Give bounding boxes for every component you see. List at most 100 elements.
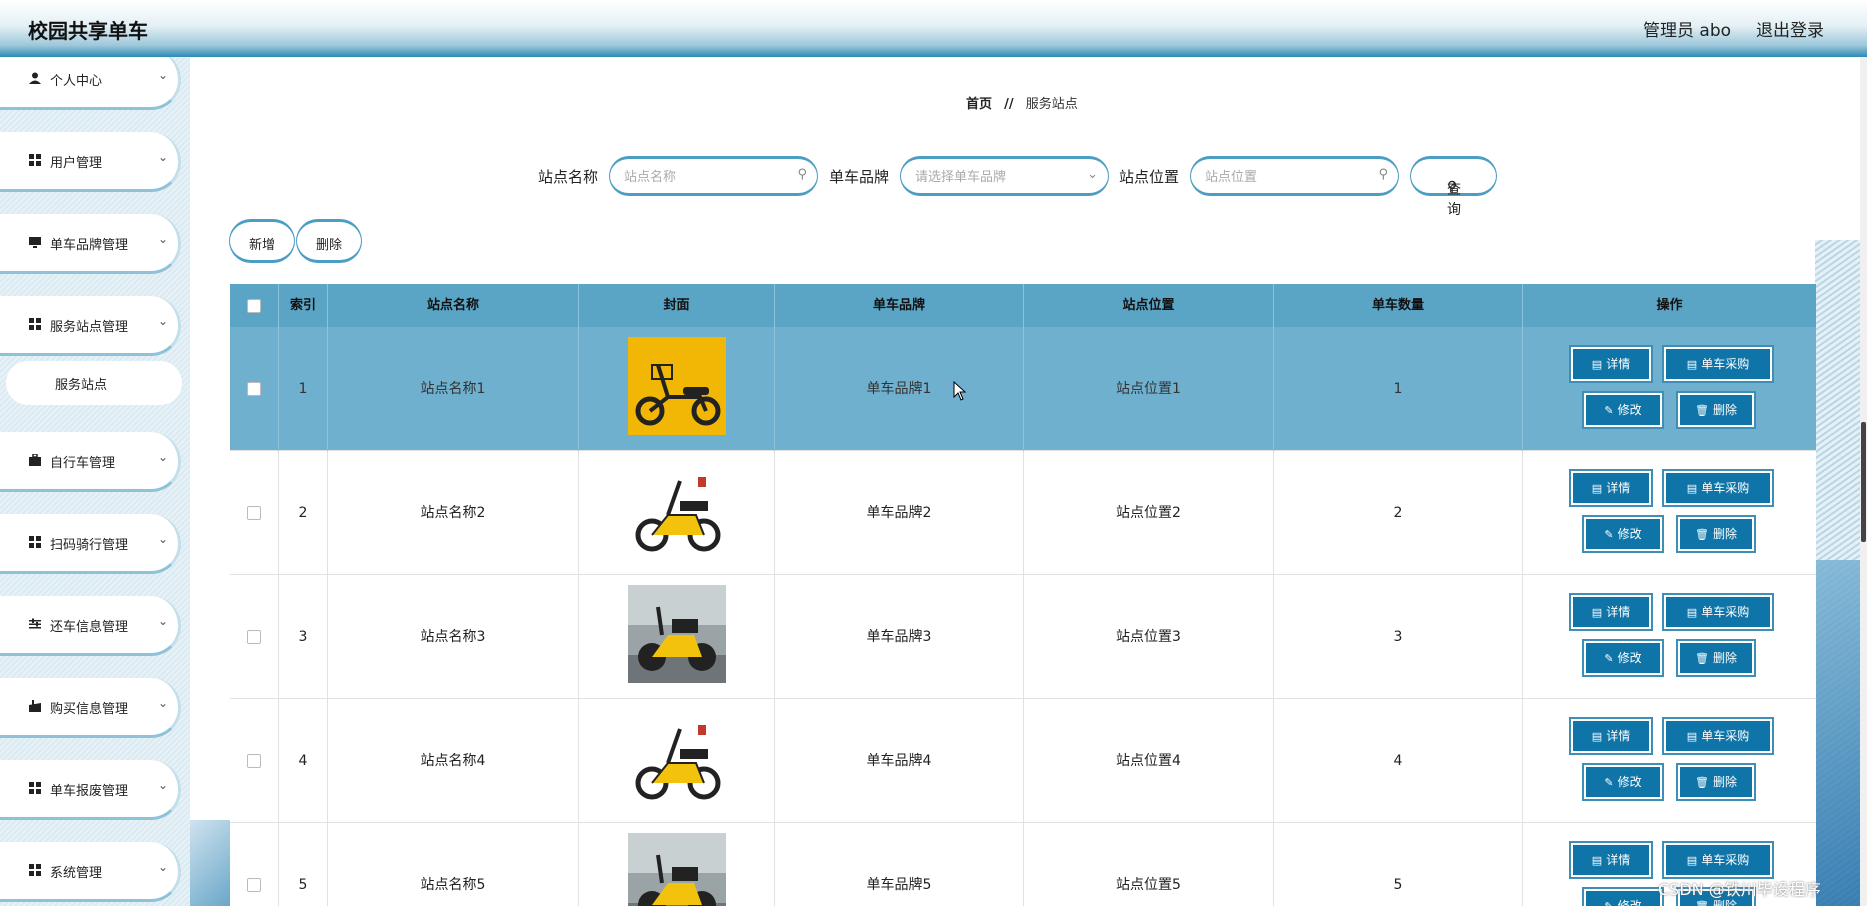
row-select-cell bbox=[230, 451, 279, 575]
bike-count-cell: 4 bbox=[1274, 699, 1523, 823]
brand-cell: 单车品牌2 bbox=[775, 451, 1024, 575]
cover-cell bbox=[579, 575, 775, 699]
document-icon: ▤ bbox=[1686, 482, 1698, 495]
edit-button-label: 修改 bbox=[1617, 403, 1642, 417]
cover-cell bbox=[579, 823, 775, 906]
table-row[interactable]: 5站点名称5单车品牌5站点位置55▤详情▤单车采购✎修改🗑删除 bbox=[230, 823, 1816, 906]
edit-button[interactable]: ✎修改 bbox=[1582, 515, 1664, 553]
brand-select-input[interactable] bbox=[915, 168, 1065, 186]
table-header: 索引 站点名称 封面 单车品牌 站点位置 单车数量 操作 bbox=[230, 284, 1816, 327]
row-delete-button[interactable]: 🗑删除 bbox=[1676, 639, 1756, 677]
sidebar-subitem-label: 服务站点 bbox=[55, 378, 108, 393]
sidebar-item-label: 自行车管理 bbox=[50, 456, 116, 471]
cover-cell bbox=[579, 327, 775, 451]
row-checkbox[interactable] bbox=[247, 878, 261, 892]
sidebar-item-personal-center[interactable]: 个人中心 ⌄ bbox=[0, 57, 181, 110]
table-row[interactable]: 4 站点名称4 单车品牌4 站点位置4 4 ▤ 详情 ▤ 单车采购 ✎ 修改 🗑 删除 bbox=[230, 699, 1816, 823]
sidebar-item-purchase-info-management[interactable]: 购买信息管理 ⌄ bbox=[0, 678, 181, 738]
location-cell: 站点位置4 bbox=[1024, 699, 1274, 823]
document-icon: ▤ bbox=[1591, 358, 1603, 371]
station-name-input[interactable] bbox=[624, 168, 774, 186]
chevron-down-icon: ⌄ bbox=[158, 68, 169, 82]
scrollbar-thumb[interactable] bbox=[1861, 422, 1866, 542]
purchase-button-label: 单车采购 bbox=[1701, 729, 1750, 743]
index-cell: 5 bbox=[279, 823, 328, 906]
select-all-checkbox[interactable] bbox=[247, 299, 261, 313]
sidebar-item-system-management[interactable]: 系统管理 ⌄ bbox=[0, 842, 181, 902]
index-cell: 4 bbox=[279, 699, 328, 823]
brand-select[interactable]: ⌄ bbox=[900, 156, 1109, 196]
add-button[interactable]: 新增 bbox=[229, 219, 295, 263]
sidebar-item-station-management[interactable]: 服务站点管理 ⌄ bbox=[0, 296, 181, 356]
search-icon: ⚲ bbox=[797, 167, 807, 182]
cover-cell bbox=[579, 699, 775, 823]
row-delete-button[interactable]: 🗑删除 bbox=[1676, 763, 1756, 801]
location-field[interactable]: ⚲ bbox=[1190, 156, 1399, 196]
sidebar-item-brand-management[interactable]: 单车品牌管理 ⌄ bbox=[0, 214, 181, 274]
sidebar-item-return-info-management[interactable]: 还车信息管理 ⌄ bbox=[0, 596, 181, 656]
add-button-label: 新增 bbox=[248, 238, 275, 253]
purchase-button[interactable]: ▤ 单车采购 bbox=[1662, 841, 1774, 879]
breadcrumb: 首页 // 服务站点 bbox=[966, 93, 1078, 112]
row-checkbox[interactable] bbox=[247, 382, 261, 396]
row-delete-button[interactable]: 🗑删除 bbox=[1676, 515, 1756, 553]
row-checkbox[interactable] bbox=[247, 754, 261, 768]
station-name-label: 站点名称 bbox=[538, 168, 599, 186]
delete-button[interactable]: 删除 bbox=[296, 219, 362, 263]
location-input[interactable] bbox=[1205, 168, 1355, 186]
purchase-button[interactable]: ▤ 单车采购 bbox=[1662, 593, 1774, 631]
detail-button-label: 详情 bbox=[1606, 605, 1631, 619]
chevron-down-icon: ⌄ bbox=[158, 778, 169, 792]
station-name-field[interactable]: ⚲ bbox=[609, 156, 818, 196]
trash-icon: 🗑 bbox=[1695, 404, 1709, 417]
row-delete-button-label: 删除 bbox=[1712, 899, 1737, 906]
detail-button[interactable]: ▤ 详情 bbox=[1569, 469, 1653, 507]
chevron-down-icon: ⌄ bbox=[158, 150, 169, 164]
edit-button[interactable]: ✎修改 bbox=[1582, 763, 1664, 801]
sidebar-item-label: 单车品牌管理 bbox=[50, 238, 129, 253]
search-icon: ⚲ bbox=[1447, 179, 1458, 195]
row-checkbox[interactable] bbox=[247, 630, 261, 644]
table-row[interactable]: 2 站点名称2 单车品牌2 站点位置2 2 ▤ 详情 ▤ 单车采购 ✎ 修改 🗑 删除 bbox=[230, 451, 1816, 575]
chevron-down-icon: ⌄ bbox=[158, 232, 169, 246]
sidebar-item-label: 还车信息管理 bbox=[50, 620, 129, 635]
row-checkbox[interactable] bbox=[247, 506, 261, 520]
edit-button[interactable]: ✎修改 bbox=[1582, 391, 1664, 429]
column-header: 站点位置 bbox=[1024, 284, 1274, 327]
detail-button[interactable]: ▤ 详情 bbox=[1569, 717, 1653, 755]
edit-button[interactable]: ✎修改 bbox=[1582, 639, 1664, 677]
decorative-wave-left bbox=[190, 820, 230, 906]
purchase-button[interactable]: ▤ 单车采购 bbox=[1662, 717, 1774, 755]
sidebar-item-scan-ride-management[interactable]: 扫码骑行管理 ⌄ bbox=[0, 514, 181, 574]
sidebar-item-scrap-management[interactable]: 单车报废管理 ⌄ bbox=[0, 760, 181, 820]
chevron-down-icon: ⌄ bbox=[158, 450, 169, 464]
sidebar-item-label: 系统管理 bbox=[50, 866, 103, 881]
purchase-button[interactable]: ▤ 单车采购 bbox=[1662, 469, 1774, 507]
purchase-button-label: 单车采购 bbox=[1701, 481, 1750, 495]
breadcrumb-separator: // bbox=[1004, 97, 1014, 112]
sidebar-item-bicycle-management[interactable]: 自行车管理 ⌄ bbox=[0, 432, 181, 492]
sidebar-item-user-management[interactable]: 用户管理 ⌄ bbox=[0, 132, 181, 192]
chevron-down-icon: ⌄ bbox=[1087, 167, 1098, 182]
brand-label: 单车品牌 bbox=[829, 168, 890, 186]
shopping-icon bbox=[29, 700, 41, 712]
user-icon bbox=[29, 72, 41, 84]
detail-button-label: 详情 bbox=[1606, 481, 1631, 495]
edit-button-label: 修改 bbox=[1617, 651, 1642, 665]
row-delete-button[interactable]: 🗑删除 bbox=[1676, 391, 1756, 429]
detail-button[interactable]: ▤ 详情 bbox=[1569, 593, 1653, 631]
purchase-button[interactable]: ▤ 单车采购 bbox=[1662, 345, 1774, 383]
query-button[interactable]: 查询 ⚲ bbox=[1410, 156, 1497, 218]
sidebar-subitem-service-station[interactable]: 服务站点 bbox=[6, 361, 182, 405]
detail-button[interactable]: ▤ 详情 bbox=[1569, 345, 1653, 383]
edit-button[interactable]: ✎修改 bbox=[1582, 887, 1664, 906]
table-row[interactable]: 3 站点名称3 单车品牌3 站点位置3 3 ▤ 详情 ▤ 单车采购 ✎ 修改 🗑 删除 bbox=[230, 575, 1816, 699]
breadcrumb-home[interactable]: 首页 bbox=[966, 97, 992, 112]
table-row[interactable]: 1 站点名称1 单车品牌1 站点位置1 1 ▤ 详情 ▤ 单车采购 ✎ 修改 🗑 删除 bbox=[230, 327, 1816, 451]
grid-icon bbox=[29, 864, 41, 876]
logout-link[interactable]: 退出登录 bbox=[1756, 16, 1824, 41]
location-label: 站点位置 bbox=[1119, 168, 1180, 186]
station-name-cell: 站点名称5 bbox=[328, 823, 579, 906]
detail-button[interactable]: ▤ 详情 bbox=[1569, 841, 1653, 879]
scrollbar[interactable] bbox=[1860, 57, 1867, 906]
